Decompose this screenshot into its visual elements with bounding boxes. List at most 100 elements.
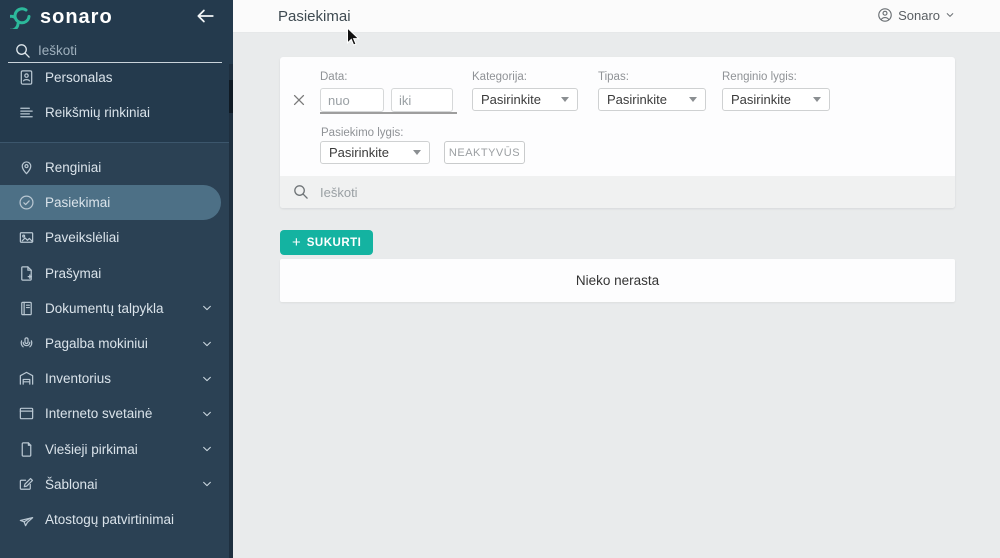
- sidebar-item-atostogu-patvirtinimai[interactable]: Atostogų patvirtinimai: [0, 502, 229, 537]
- sidebar-item-label: Viešieji pirkimai: [45, 442, 138, 457]
- sidebar-item-label: Inventorius: [45, 371, 111, 386]
- sidebar-scroll-upper: Personalas Reikšmių rinkiniai: [0, 64, 229, 142]
- sonaro-logo-icon: [10, 5, 34, 29]
- date-range-group: [320, 88, 453, 112]
- plane-icon: [18, 511, 35, 528]
- app-window: sonaro Personalas Reikšmių rinkiniai Ren…: [0, 0, 1000, 558]
- chevron-down-icon: [201, 478, 213, 490]
- achievement-level-select-value: Pasirinkite: [329, 145, 389, 160]
- sidebar-item-pasiekimai[interactable]: Pasiekimai: [0, 185, 221, 220]
- sidebar-item-interneto-svetaine[interactable]: Interneto svetainė: [0, 396, 229, 431]
- sidebar-item-label: Atostogų patvirtinimai: [45, 512, 174, 527]
- sidebar: sonaro Personalas Reikšmių rinkiniai Ren…: [0, 0, 233, 558]
- results-search-input[interactable]: [320, 179, 920, 205]
- chevron-down-icon: [201, 373, 213, 385]
- sidebar-item-pagalba-mokiniui[interactable]: Pagalba mokiniui: [0, 326, 229, 361]
- sidebar-item-sablonai[interactable]: Šablonai: [0, 467, 229, 502]
- topbar: Pasiekimai Sonaro: [233, 0, 1000, 33]
- logo-text: sonaro: [40, 6, 113, 29]
- date-filter-label: Data:: [320, 71, 348, 83]
- search-icon: [292, 183, 309, 200]
- type-select[interactable]: Pasirinkite: [598, 88, 706, 111]
- sidebar-item-label: Personalas: [45, 70, 113, 85]
- sidebar-item-renginiai[interactable]: Renginiai: [0, 150, 229, 185]
- user-circle-icon: [877, 7, 893, 23]
- date-to-input[interactable]: [391, 88, 453, 112]
- caret-down-icon: [689, 97, 697, 102]
- sidebar-item-label: Interneto svetainė: [45, 406, 152, 421]
- sidebar-item-label: Reikšmių rinkiniai: [45, 105, 150, 120]
- edit-icon: [18, 476, 35, 493]
- sidebar-item-dokumentu-talpykla[interactable]: Dokumentų talpykla: [0, 291, 229, 326]
- sidebar-scrollbar-thumb[interactable]: [229, 80, 233, 113]
- sidebar-scrollbar-track[interactable]: [229, 64, 233, 558]
- create-button-label: SUKURTI: [307, 237, 362, 249]
- clear-filters-icon[interactable]: [291, 92, 307, 108]
- sidebar-search-input[interactable]: [38, 38, 218, 62]
- warehouse-icon: [18, 370, 35, 387]
- achievement-level-filter-label: Pasiekimo lygis:: [321, 127, 403, 139]
- date-range-underline: [320, 112, 457, 114]
- chevron-down-icon: [201, 408, 213, 420]
- sidebar-menu: Renginiai Pasiekimai Paveikslėliai Prašy…: [0, 150, 229, 537]
- user-menu[interactable]: Sonaro: [877, 7, 955, 23]
- sidebar-item-paveiksleliai[interactable]: Paveikslėliai: [0, 220, 229, 255]
- results-search-bar[interactable]: [280, 176, 955, 208]
- sidebar-item-label: Paveikslėliai: [45, 230, 119, 245]
- filter-panel: Data: Kategorija: Pasirinkite Tipas: Pas…: [280, 57, 955, 208]
- category-filter-label: Kategorija:: [472, 71, 527, 83]
- caret-down-icon: [813, 97, 821, 102]
- sidebar-item-label: Dokumentų talpykla: [45, 301, 164, 316]
- browser-icon: [18, 405, 35, 422]
- sidebar-item-label: Pasiekimai: [45, 195, 110, 210]
- event-level-filter-label: Renginio lygis:: [722, 71, 797, 83]
- sidebar-item-label: Renginiai: [45, 160, 101, 175]
- event-level-select[interactable]: Pasirinkite: [722, 88, 830, 111]
- inactive-toggle-button[interactable]: NEAKTYVŪS: [444, 141, 525, 164]
- search-icon: [14, 42, 31, 59]
- caret-down-icon: [413, 150, 421, 155]
- type-select-value: Pasirinkite: [607, 92, 667, 107]
- sidebar-divider: [0, 142, 229, 143]
- sidebar-item-label: Šablonai: [45, 477, 98, 492]
- sidebar-search[interactable]: [8, 38, 222, 64]
- document-icon: [18, 441, 35, 458]
- sidebar-item-label: Pagalba mokiniui: [45, 336, 148, 351]
- results-empty-card: Nieko nerasta: [280, 259, 955, 302]
- caret-down-icon: [561, 97, 569, 102]
- sidebar-item-viesieji-pirkimai[interactable]: Viešieji pirkimai: [0, 432, 229, 467]
- sidebar-item-personalas[interactable]: Personalas: [0, 64, 229, 95]
- sidebar-item-label: Prašymai: [45, 266, 101, 281]
- content-area: Data: Kategorija: Pasirinkite Tipas: Pas…: [233, 33, 1000, 558]
- chevron-down-icon: [945, 10, 955, 20]
- sidebar-item-reiksmiu-rinkiniai[interactable]: Reikšmių rinkiniai: [0, 95, 229, 130]
- sidebar-item-inventorius[interactable]: Inventorius: [0, 361, 229, 396]
- event-level-select-value: Pasirinkite: [731, 92, 791, 107]
- user-name: Sonaro: [898, 8, 940, 23]
- empty-state-message: Nieko nerasta: [576, 273, 659, 288]
- plus-icon: +: [292, 235, 301, 250]
- type-filter-label: Tipas:: [598, 71, 629, 83]
- sidebar-item-prasymai[interactable]: Prašymai: [0, 256, 229, 291]
- file-plus-icon: [18, 265, 35, 282]
- chevron-down-icon: [201, 302, 213, 314]
- collapse-sidebar-arrow-icon[interactable]: [195, 6, 215, 26]
- map-pin-icon: [18, 159, 35, 176]
- create-button[interactable]: + SUKURTI: [280, 230, 373, 255]
- image-icon: [18, 229, 35, 246]
- chevron-down-icon: [201, 338, 213, 350]
- app-logo: sonaro: [10, 5, 113, 29]
- list-icon: [18, 104, 35, 121]
- achievement-level-select[interactable]: Pasirinkite: [320, 141, 430, 164]
- chevron-down-icon: [201, 443, 213, 455]
- logo-row: sonaro: [0, 0, 233, 34]
- page-title: Pasiekimai: [278, 8, 351, 25]
- date-from-input[interactable]: [320, 88, 384, 112]
- search-underline: [8, 62, 222, 63]
- category-select-value: Pasirinkite: [481, 92, 541, 107]
- support-icon: [18, 335, 35, 352]
- category-select[interactable]: Pasirinkite: [472, 88, 578, 111]
- check-circle-icon: [18, 194, 35, 211]
- id-badge-icon: [18, 69, 35, 86]
- notebook-icon: [18, 300, 35, 317]
